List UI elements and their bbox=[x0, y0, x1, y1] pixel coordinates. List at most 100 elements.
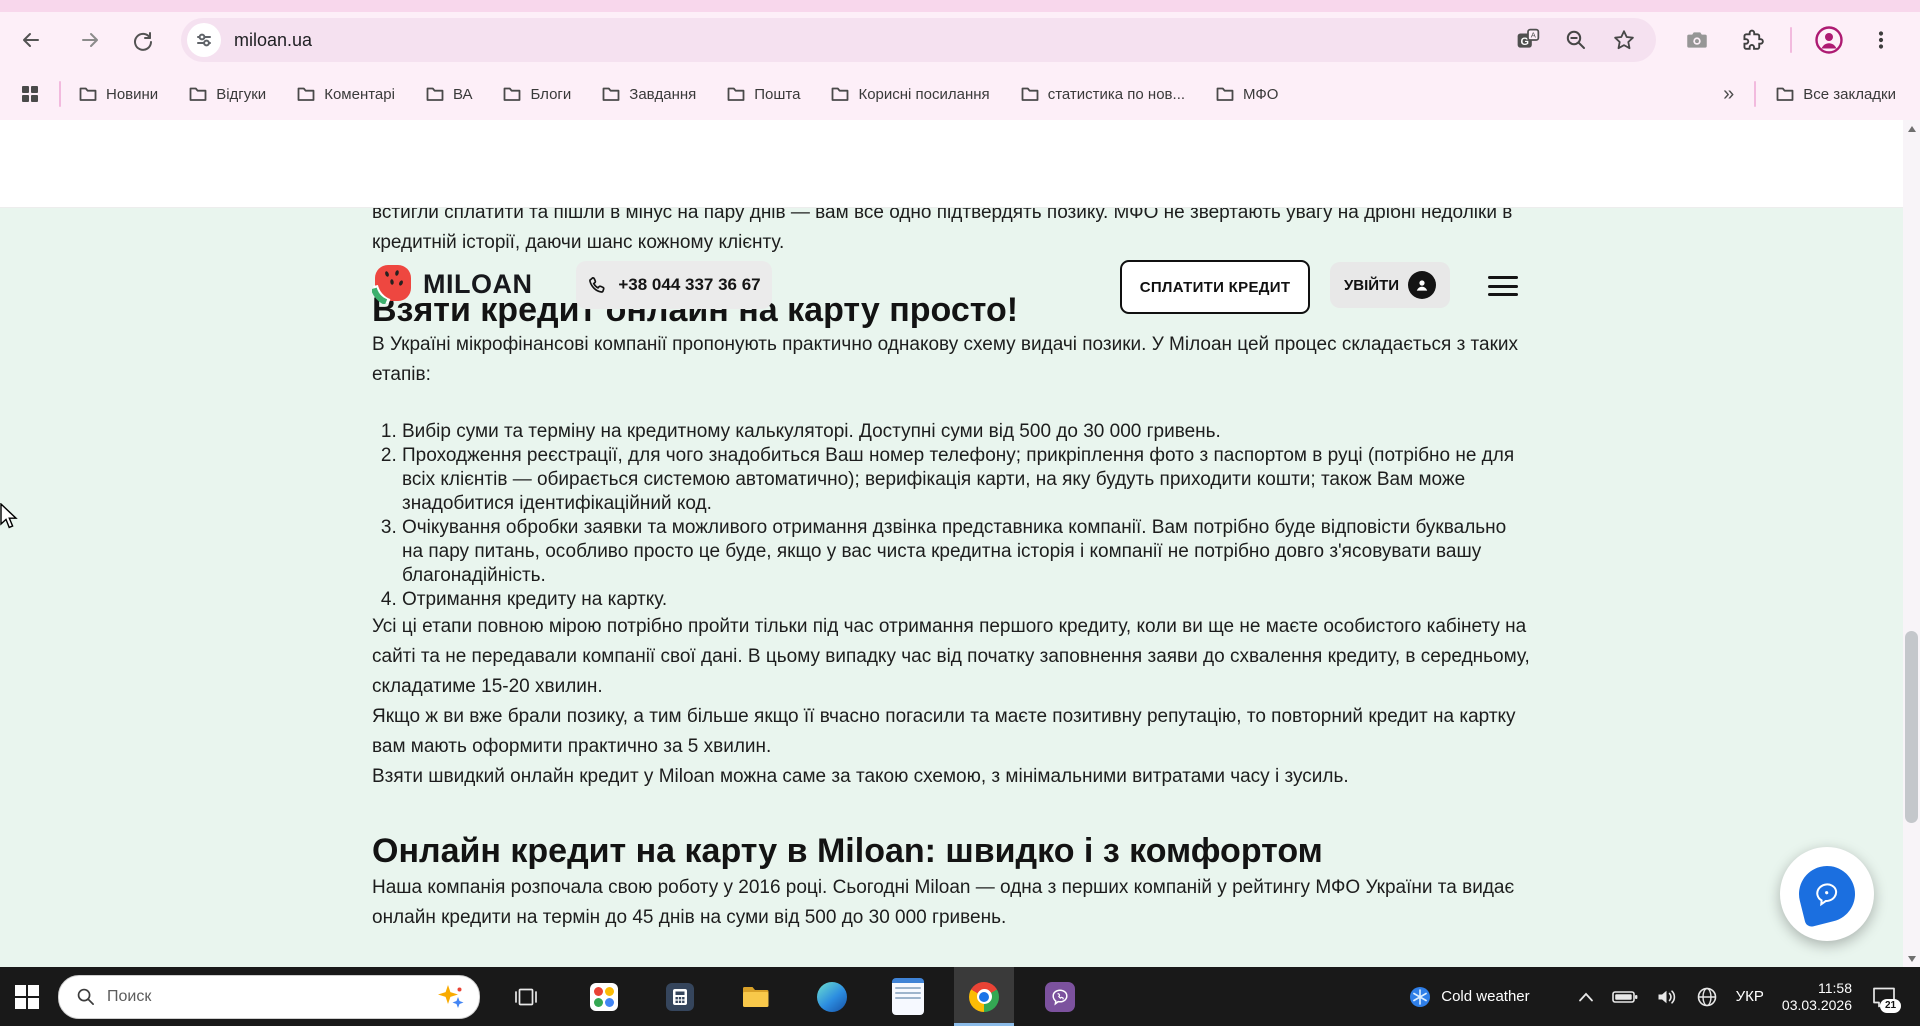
bookmark-label: Корисні посилання bbox=[858, 85, 990, 103]
weather-widget[interactable]: Cold weather bbox=[1408, 985, 1530, 1009]
svg-text:A: A bbox=[1531, 31, 1537, 40]
bookmark-label: Пошта bbox=[754, 85, 801, 103]
app-button-chrome-active[interactable] bbox=[954, 967, 1014, 1026]
bookmark-folder-va[interactable]: ВА bbox=[426, 86, 472, 103]
vertical-scrollbar[interactable] bbox=[1903, 120, 1920, 967]
app-button-photos[interactable] bbox=[574, 967, 634, 1026]
clock-time: 11:58 bbox=[1818, 979, 1852, 996]
bookmark-label: Блоги bbox=[530, 85, 572, 103]
bookmark-label: Коментарі bbox=[324, 85, 395, 103]
back-button[interactable] bbox=[14, 23, 48, 57]
bookmarks-overflow-button[interactable]: » bbox=[1723, 84, 1734, 104]
watermelon-logo-icon bbox=[372, 265, 411, 304]
bookmark-folder-novyny[interactable]: Новини bbox=[79, 86, 158, 103]
search-icon bbox=[77, 988, 94, 1005]
site-info-chip[interactable] bbox=[187, 23, 221, 57]
address-bar[interactable]: miloan.ua G A bbox=[181, 18, 1656, 62]
paragraph-company-line1: Наша компанія розпочала свою роботу у 20… bbox=[372, 877, 1457, 898]
action-center-button[interactable]: 21 bbox=[1870, 983, 1901, 1013]
bookmark-folder-vidhuky[interactable]: Відгуки bbox=[189, 86, 266, 103]
scrollbar-thumb[interactable] bbox=[1905, 631, 1918, 823]
viber-app-icon bbox=[1045, 981, 1075, 1012]
paragraph-repeat-loan: Якщо ж ви вже брали позику, а тим більше… bbox=[372, 706, 1516, 757]
network-icon[interactable] bbox=[1696, 986, 1718, 1008]
scroll-up-icon bbox=[1907, 125, 1916, 132]
app-button-viber[interactable] bbox=[1030, 967, 1090, 1026]
windows-logo-icon bbox=[15, 984, 39, 1009]
bookmark-folder-korysni[interactable]: Корисні посилання bbox=[831, 85, 990, 103]
bookmark-folder-statystyka[interactable]: статистика по нов... bbox=[1021, 86, 1185, 103]
app-button-file-explorer[interactable] bbox=[726, 967, 786, 1026]
calculator-app-icon bbox=[666, 982, 694, 1011]
login-person-icon bbox=[1408, 271, 1437, 299]
bookmarks-right: » Все закладки bbox=[1723, 81, 1920, 107]
tray-chevron-up-icon[interactable] bbox=[1578, 992, 1594, 1002]
hamburger-bar bbox=[1488, 276, 1518, 279]
windows-taskbar: Поиск Cold weather УКР 11:58 03.03.2026 … bbox=[0, 967, 1920, 1026]
bookmark-label: МФО bbox=[1243, 85, 1279, 103]
search-placeholder: Поиск bbox=[107, 987, 152, 1005]
bookmark-folder-mfo[interactable]: МФО bbox=[1216, 86, 1278, 103]
url-text[interactable]: miloan.ua bbox=[234, 30, 1516, 51]
bookmark-star-icon[interactable] bbox=[1612, 28, 1636, 52]
all-bookmarks-label: Все закладки bbox=[1803, 85, 1896, 103]
zoom-out-icon[interactable] bbox=[1564, 28, 1588, 52]
file-explorer-icon bbox=[743, 986, 769, 1007]
three-dots-icon bbox=[1878, 31, 1884, 49]
bookmark-folder-komentari[interactable]: Коментарі bbox=[297, 86, 395, 103]
start-button[interactable] bbox=[0, 967, 54, 1026]
folder-icon bbox=[1216, 87, 1234, 101]
menu-hamburger-button[interactable] bbox=[1488, 276, 1518, 296]
bookmark-folder-blohy[interactable]: Блоги bbox=[503, 86, 571, 103]
phone-button[interactable]: +38 044 337 36 67 bbox=[576, 261, 772, 309]
system-tray: Cold weather УКР 11:58 03.03.2026 21 bbox=[1408, 980, 1920, 1014]
forward-button[interactable] bbox=[73, 23, 107, 57]
menu-button[interactable] bbox=[1864, 23, 1898, 57]
task-view-button[interactable] bbox=[504, 967, 548, 1026]
chat-widget-button[interactable] bbox=[1780, 847, 1874, 941]
hamburger-bar bbox=[1488, 293, 1518, 296]
bookmark-label: Новини bbox=[106, 85, 159, 103]
folder-icon bbox=[727, 87, 745, 101]
puzzle-icon bbox=[1743, 29, 1764, 50]
camera-icon bbox=[1687, 32, 1707, 48]
toolbar-right bbox=[1680, 23, 1898, 57]
volume-icon[interactable] bbox=[1656, 987, 1678, 1007]
scroll-down-icon bbox=[1907, 955, 1916, 962]
browser-toolbar: miloan.ua G A bbox=[0, 12, 1920, 68]
app-button-edge[interactable] bbox=[802, 967, 862, 1026]
side-panel-apps-button[interactable] bbox=[19, 83, 41, 105]
screenshot-button[interactable] bbox=[1680, 23, 1714, 57]
scrollbar-up-button[interactable] bbox=[1903, 120, 1920, 137]
app-button-notepad[interactable] bbox=[878, 967, 938, 1026]
search-highlights-sparkle-icon bbox=[438, 984, 464, 1008]
bookmark-folder-zavdannia[interactable]: Завдання bbox=[602, 86, 696, 103]
app-button-calculator[interactable] bbox=[650, 967, 710, 1026]
profile-button[interactable] bbox=[1812, 23, 1846, 57]
list-item: Проходження реєстрації, для чого знадоби… bbox=[402, 444, 1530, 516]
article-intro: В Україні мікрофінансові компанії пропон… bbox=[372, 334, 1519, 385]
scrollbar-down-button[interactable] bbox=[1903, 950, 1920, 967]
taskbar-clock[interactable]: 11:58 03.03.2026 bbox=[1782, 980, 1852, 1014]
language-indicator[interactable]: УКР bbox=[1736, 988, 1764, 1005]
extensions-button[interactable] bbox=[1736, 23, 1770, 57]
article: встигли сплатити та пішли в мінус на пар… bbox=[372, 198, 1530, 933]
taskbar-search-box[interactable]: Поиск bbox=[58, 974, 480, 1019]
page-body: встигли сплатити та пішли в мінус на пар… bbox=[0, 202, 1920, 1026]
bookmark-folder-poshta[interactable]: Пошта bbox=[727, 86, 800, 103]
pay-credit-button[interactable]: СПЛАТИТИ КРЕДИТ bbox=[1120, 260, 1310, 314]
folder-icon bbox=[832, 87, 849, 101]
weather-label: Cold weather bbox=[1441, 988, 1530, 1005]
loan-steps-list: Вибір суми та терміну на кредитному каль… bbox=[372, 420, 1530, 612]
list-item: Вибір суми та терміну на кредитному каль… bbox=[402, 420, 1530, 444]
bookmarks-bar: Новини Відгуки Коментарі ВА Блоги Завдан… bbox=[0, 68, 1920, 121]
all-bookmarks-button[interactable]: Все закладки bbox=[1776, 86, 1896, 103]
login-button[interactable]: УВІЙТИ bbox=[1330, 262, 1450, 308]
notification-count-badge: 21 bbox=[1880, 998, 1901, 1013]
browser-chrome: miloan.ua G A Новини Відгуки Коментарі В… bbox=[0, 0, 1920, 121]
translate-icon[interactable]: G A bbox=[1516, 28, 1540, 52]
battery-icon[interactable] bbox=[1611, 986, 1638, 1008]
reload-button[interactable] bbox=[126, 23, 160, 57]
bookmarks-divider bbox=[59, 81, 61, 107]
site-logo[interactable]: MILOAN bbox=[372, 264, 532, 304]
